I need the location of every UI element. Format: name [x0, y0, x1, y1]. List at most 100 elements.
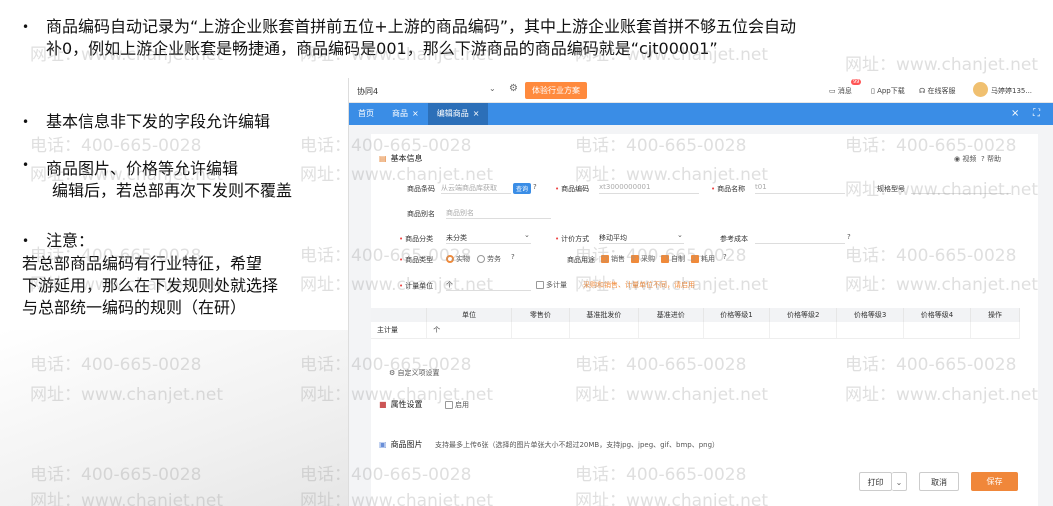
usage-self-label: 自制 — [671, 255, 685, 263]
table-cell[interactable] — [903, 322, 971, 339]
message-icon: ▭ — [829, 87, 838, 95]
attribute-icon: ■ — [379, 400, 387, 409]
gear-icon[interactable]: ⚙ — [509, 83, 518, 94]
category-label-text: 商品分类 — [405, 235, 434, 243]
org-selector[interactable]: 协同4 — [357, 86, 378, 97]
table-cell[interactable]: 个 — [426, 322, 512, 339]
table-cell[interactable] — [638, 322, 704, 339]
bullet-2: • 基本信息非下发的字段允许编辑 — [22, 111, 270, 133]
table-header: 单位 — [426, 308, 512, 322]
tab-label: 首页 — [358, 109, 374, 118]
enable-label: 启用 — [455, 401, 469, 409]
radio-on-icon — [446, 255, 454, 263]
code-input[interactable]: xt3000000001 — [599, 183, 699, 194]
basic-info-title: 基本信息 — [390, 154, 423, 163]
close-icon[interactable]: × — [1011, 108, 1019, 119]
industry-solution-button[interactable]: 体验行业方案 — [525, 82, 587, 99]
online-service-link[interactable]: ☊ 在线客服 — [919, 86, 955, 96]
chevron-down-icon[interactable]: ⌄ — [892, 472, 907, 491]
usage-self-checkbox[interactable]: 自制 — [661, 254, 685, 264]
table-cell[interactable] — [703, 322, 771, 339]
attr-settings-title: 属性设置 — [390, 400, 423, 409]
type-service-radio[interactable]: 劳务 — [477, 254, 501, 264]
tab-bar: 首页 商品 × 编辑商品 × × ⛶ — [349, 103, 1053, 125]
question-icon: ? — [533, 183, 537, 191]
chevron-down-icon[interactable]: ⌄ — [489, 84, 496, 93]
code-label-text: 商品编码 — [561, 185, 590, 193]
type-service-label: 劳务 — [487, 255, 501, 263]
usage-consume-checkbox[interactable]: 耗用 — [691, 254, 715, 264]
custom-items-label: 自定义项设置 — [397, 369, 440, 377]
costing-select[interactable]: 移动平均 — [599, 233, 684, 244]
usage-purchase-checkbox[interactable]: 采购 — [631, 254, 655, 264]
unit-select[interactable]: 个 — [446, 280, 531, 291]
fullscreen-icon[interactable]: ⛶ — [1033, 108, 1040, 119]
close-icon[interactable]: × — [473, 109, 480, 118]
avatar[interactable] — [973, 82, 988, 97]
table-header: 操作 — [970, 308, 1021, 322]
table-cell[interactable] — [769, 322, 838, 339]
table-cell[interactable] — [836, 322, 905, 339]
type-label-text: 商品类型 — [405, 256, 434, 264]
category-label: • 商品分类 — [399, 235, 434, 243]
gear-icon: ⚙ — [389, 369, 398, 377]
barcode-input[interactable]: 从云端商品库获取 — [441, 183, 511, 194]
unit-label-text: 计量单位 — [405, 282, 434, 290]
app-download-link[interactable]: ▯ App下载 — [871, 86, 905, 96]
ref-cost-label: 参考成本 — [720, 235, 748, 243]
table-cell[interactable] — [970, 322, 1021, 339]
name-label-text: 商品名称 — [717, 185, 746, 193]
table-header: 价格等级4 — [903, 308, 971, 322]
category-select[interactable]: 未分类 — [446, 233, 531, 244]
query-button[interactable]: 查询 — [513, 183, 532, 194]
price-table: 单位 零售价 基准批发价 基准进价 价格等级1 价格等级2 价格等级3 价格等级… — [371, 308, 1021, 339]
table-header: 零售价 — [511, 308, 570, 322]
enable-checkbox[interactable]: 启用 — [445, 400, 469, 410]
usage-consume-label: 耗用 — [701, 255, 715, 263]
table-header: 价格等级2 — [769, 308, 838, 322]
online-service-label: 在线客服 — [927, 87, 956, 95]
close-icon[interactable]: × — [412, 109, 419, 118]
bullet-1-line-2: 补0，例如上游企业账套是畅捷通，商品编码是001，那么下游商品的商品编码就是“c… — [46, 39, 718, 58]
table-header — [371, 308, 428, 322]
type-goods-radio[interactable]: 实物 — [446, 254, 470, 264]
ref-cost-input[interactable] — [755, 233, 845, 244]
table-cell[interactable] — [569, 322, 639, 339]
checkbox-empty-icon — [536, 281, 544, 289]
bullet-1: • 商品编码自动记录为“上游企业账套首拼前五位+上游的商品编码”，其中上游企业账… — [22, 16, 1022, 60]
images-title: 商品图片 — [390, 440, 423, 449]
table-cell[interactable] — [511, 322, 570, 339]
help-link[interactable]: ? 帮助 — [981, 154, 1001, 164]
tab-home[interactable]: 首页 — [349, 103, 383, 125]
custom-items-link[interactable]: ⚙ 自定义项设置 — [389, 368, 440, 378]
tab-edit-goods[interactable]: 编辑商品 × — [427, 103, 489, 125]
app-window: 协同4 ⌄ ⚙ 体验行业方案 ▭ 消息 99 ▯ App下载 ☊ 在线客服 马婷… — [348, 78, 1053, 506]
tab-label: 编辑商品 — [436, 109, 469, 118]
chevron-down-icon[interactable]: ⌄ — [677, 231, 683, 239]
message-link[interactable]: ▭ 消息 — [829, 86, 852, 96]
watermark-phone: 电话：400-665-0028 — [30, 136, 202, 156]
multi-unit-label: 多计量 — [546, 281, 567, 289]
table-cell: 主计量 — [371, 322, 428, 339]
bullet-4-title: 注意： — [46, 231, 95, 250]
bullet-glyph: • — [22, 234, 30, 248]
usage-sale-checkbox[interactable]: 销售 — [601, 254, 625, 264]
spec-input[interactable] — [911, 183, 1011, 194]
code-label: • 商品编码 — [555, 185, 590, 193]
save-button[interactable]: 保存 — [971, 472, 1018, 491]
print-button[interactable]: 打印 — [859, 472, 892, 491]
background-gradient — [0, 330, 360, 506]
video-link[interactable]: ◉ 视频 — [954, 154, 976, 164]
images-header: ▣ 商品图片 — [379, 439, 423, 450]
name-input[interactable]: t01 — [755, 183, 845, 194]
tab-goods[interactable]: 商品 × — [383, 103, 428, 125]
user-name[interactable]: 马婷婷135... — [991, 86, 1032, 96]
question-icon: ? — [511, 253, 515, 261]
checkbox-checked-icon — [631, 255, 639, 263]
cancel-button[interactable]: 取消 — [919, 472, 959, 491]
unit-warning: 采购和销售、计量单位不同，请启用 — [583, 281, 695, 289]
alias-input[interactable]: 商品别名 — [446, 208, 551, 219]
chevron-down-icon[interactable]: ⌄ — [524, 231, 530, 239]
tab-label: 商品 — [392, 109, 408, 118]
multi-unit-checkbox[interactable]: 多计量 — [536, 280, 567, 290]
